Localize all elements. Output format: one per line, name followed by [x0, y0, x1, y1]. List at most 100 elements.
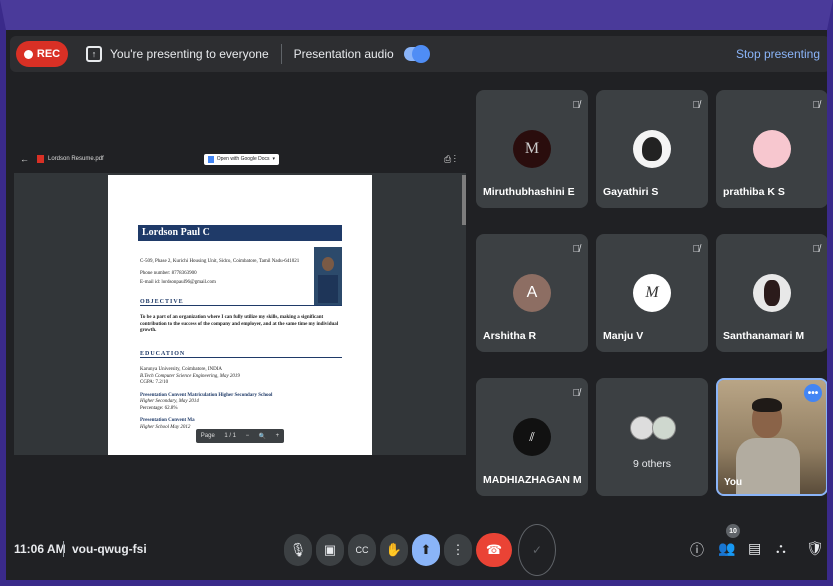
participant-tile[interactable]: 🎙̸ prathiba K S	[716, 90, 828, 208]
present-button[interactable]: ⬆	[412, 534, 440, 566]
resume-photo	[314, 247, 342, 305]
avatar: ⫽	[513, 418, 551, 456]
print-icon[interactable]: ⎙ ⋮	[444, 154, 456, 165]
raise-hand-icon: ✋	[385, 542, 403, 557]
participant-tile[interactable]: 🎙̸ ⫽ MADHIAZHAGAN M	[476, 378, 588, 496]
photo-head	[322, 257, 334, 271]
back-arrow-icon[interactable]: ←	[20, 154, 29, 164]
zoom-icon[interactable]: 🔍	[259, 433, 266, 440]
page-label: Page	[200, 433, 215, 439]
objective-text: To be a part of an organization where I …	[140, 315, 339, 333]
pdf-file-icon	[37, 155, 44, 163]
resume-page: Lordson Paul C C-509, Phase 2, Kurichi H…	[108, 175, 372, 455]
participant-tile[interactable]: 🎙̸ Gayathiri S	[596, 90, 708, 208]
self-view-tile[interactable]: ••• You	[716, 378, 828, 496]
pdf-file-name: Lordson Resume.pdf	[48, 156, 104, 162]
stop-presenting-button[interactable]: Stop presenting	[736, 47, 820, 61]
more-icon: ⋮	[451, 542, 465, 557]
more-options-button[interactable]: ⋮	[444, 534, 472, 566]
participant-tile[interactable]: 🎙̸ Santhanamari M	[716, 234, 828, 352]
mic-off-icon: 🎙̸	[692, 100, 701, 111]
avatar	[652, 416, 676, 440]
end-call-icon: ☎	[485, 542, 503, 557]
mic-off-icon: 🎙̸	[812, 244, 821, 255]
captions-icon: CC	[355, 545, 369, 555]
google-docs-icon	[207, 155, 214, 163]
others-count: 9 others	[633, 458, 671, 470]
participant-name: MADHIAZHAGAN M	[483, 474, 582, 486]
avatar-illustration	[642, 137, 662, 161]
shared-screen: ← Lordson Resume.pdf Open with Google Do…	[14, 145, 466, 455]
open-with-google-docs-button[interactable]: Open with Google Docs ▾	[203, 153, 280, 165]
mic-off-icon: 🎙̸	[572, 244, 581, 255]
participant-tile[interactable]: 🎙̸ A Arshitha R	[476, 234, 588, 352]
resume-phone: Phone number: 8778363900	[140, 271, 197, 276]
check-icon: ✓	[531, 543, 543, 557]
pdf-toolbar: ← Lordson Resume.pdf Open with Google Do…	[14, 145, 466, 173]
raise-hand-button[interactable]: ✋	[380, 534, 408, 566]
presentation-audio-label: Presentation audio	[293, 47, 394, 61]
self-body	[736, 438, 800, 494]
mic-button[interactable]: 🎙	[284, 534, 312, 566]
avatar	[633, 130, 671, 168]
education-list: Karunya University, Coimbatore, INDIA B.…	[140, 367, 340, 431]
divider	[280, 44, 282, 64]
presenting-bar: REC ↑ You're presenting to everyone Pres…	[10, 36, 830, 72]
presentation-audio-toggle[interactable]	[403, 45, 430, 63]
more-options-icon[interactable]: •••	[804, 384, 822, 402]
others-tile[interactable]: 9 others	[596, 378, 708, 496]
scrollbar[interactable]	[462, 175, 466, 225]
presenting-status: You're presenting to everyone	[110, 47, 269, 61]
resume-email: E-mail id: lordsonpaul96@gmail.com	[140, 280, 216, 285]
education-heading: EDUCATION	[140, 351, 342, 358]
present-icon: ⬆	[420, 542, 432, 557]
mic-off-icon: 🎙̸	[572, 100, 581, 111]
participant-tile[interactable]: 🎙̸ M Manju V	[596, 234, 708, 352]
rec-label: REC	[36, 48, 61, 60]
avatar-illustration	[764, 280, 780, 306]
camera-icon: ▣	[323, 542, 337, 557]
participant-name: Arshitha R	[483, 330, 537, 342]
end-call-button[interactable]: ☎	[476, 533, 512, 567]
resume-name: Lordson Paul C	[138, 225, 342, 241]
people-icon[interactable]: 👥	[718, 540, 735, 557]
edu2-grade: Percentage: 62.8%	[140, 405, 178, 411]
divider	[63, 541, 64, 557]
zoom-in-icon[interactable]: +	[276, 433, 280, 439]
recording-badge[interactable]: REC	[16, 41, 68, 67]
zoom-out-icon[interactable]: −	[246, 433, 250, 439]
activities-icon[interactable]: ⛬	[776, 540, 786, 557]
mic-off-icon: 🎙̸	[692, 244, 701, 255]
avatar	[753, 130, 791, 168]
control-bar: 11:06 AM vou-qwug-fsi 🎙 ▣ CC ✋ ⬆ ⋮ ☎ ✓ ⓘ…	[0, 520, 833, 580]
participant-name: prathiba K S	[723, 186, 785, 198]
participant-name: Miruthubhashini E	[483, 186, 575, 198]
objective-heading: OBJECTIVE	[140, 299, 342, 306]
record-dot-icon	[23, 49, 33, 59]
meeting-code: vou-qwug-fsi	[72, 542, 147, 556]
avatar: M	[633, 274, 671, 312]
participant-tile[interactable]: 🎙̸ M Miruthubhashini E	[476, 90, 588, 208]
host-controls-icon[interactable]: 🛡	[806, 540, 824, 557]
avatar	[753, 274, 791, 312]
chat-icon[interactable]: ▤	[748, 540, 761, 557]
mic-off-icon: 🎙̸	[572, 388, 581, 399]
participant-name: You	[724, 477, 743, 488]
captions-button[interactable]: CC	[348, 534, 376, 566]
avatar	[630, 416, 654, 440]
self-hair	[752, 398, 782, 412]
present-to-all-icon: ↑	[86, 46, 102, 62]
avatar: A	[513, 274, 551, 312]
people-count-badge: 10	[726, 524, 740, 538]
resume-address: C-509, Phase 2, Kurichi Housing Unit, Si…	[140, 259, 300, 264]
participant-name: Manju V	[603, 330, 644, 342]
camera-button[interactable]: ▣	[316, 534, 344, 566]
page-toolbar[interactable]: Page 1 / 1 − 🔍 +	[196, 429, 284, 443]
mic-icon: 🎙	[289, 542, 307, 557]
meeting-time: 11:06 AM	[14, 542, 66, 556]
edu1-grade: CGPA: 7.2/10	[140, 380, 169, 385]
page-number: 1 / 1	[224, 433, 237, 439]
top-white-strip	[93, 0, 666, 26]
participant-name: Gayathiri S	[603, 186, 659, 198]
info-icon[interactable]: ⓘ	[690, 540, 704, 560]
